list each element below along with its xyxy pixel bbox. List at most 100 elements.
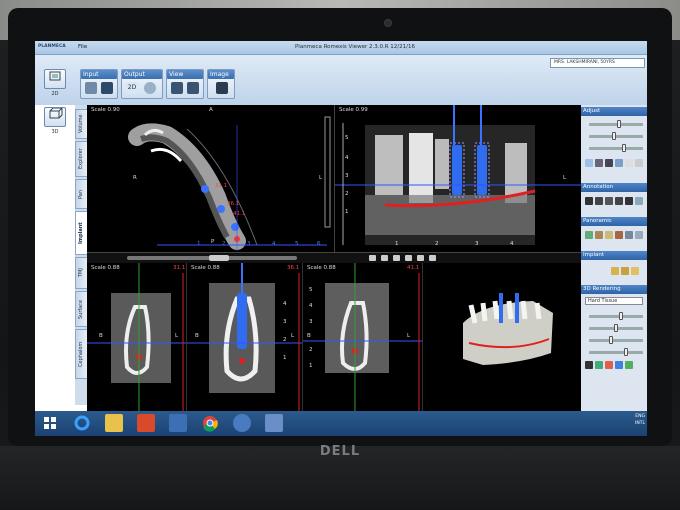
file-menu[interactable]: File bbox=[78, 42, 87, 52]
cross-section-view-1[interactable]: Scale 0.88 31.1 B L bbox=[87, 263, 187, 411]
render-slider-2[interactable] bbox=[589, 324, 643, 332]
output-2d-button[interactable]: 2D bbox=[126, 82, 138, 94]
measure-tool-icon[interactable] bbox=[369, 255, 376, 261]
adjust-slider-3-knob[interactable] bbox=[621, 144, 626, 152]
3d-render-view[interactable] bbox=[423, 263, 581, 411]
render-slider-4[interactable] bbox=[589, 348, 643, 356]
chrome-icon[interactable] bbox=[201, 414, 219, 432]
panoramic-view[interactable]: Scale 0.99 L 5 4 3 2 1 1 2 3 4 bbox=[335, 105, 581, 253]
adjust-slider-2-knob[interactable] bbox=[611, 132, 616, 140]
patient-name: MRS. LAKSHMIRANI, 50YRS bbox=[550, 58, 645, 68]
tab-tmj[interactable]: TMJ bbox=[75, 257, 87, 289]
nerve-canal-icon[interactable] bbox=[615, 231, 623, 239]
open-folder-icon[interactable] bbox=[85, 82, 97, 94]
cross-section-view-2[interactable]: Scale 0.88 36.1 B L 4 3 2 1 bbox=[187, 263, 303, 411]
pano-slice-icon[interactable] bbox=[625, 231, 633, 239]
view-tool-strip bbox=[87, 253, 581, 263]
angle-icon[interactable] bbox=[595, 197, 603, 205]
panoramic-image bbox=[335, 105, 581, 245]
import-icon[interactable] bbox=[101, 82, 113, 94]
render-color-icon[interactable] bbox=[595, 361, 603, 369]
density-icon[interactable] bbox=[635, 197, 643, 205]
tab-explorer[interactable]: Explorer bbox=[75, 141, 87, 177]
invert-icon[interactable] bbox=[615, 159, 623, 167]
render-green-icon[interactable] bbox=[625, 361, 633, 369]
language-indicator[interactable]: ENG bbox=[595, 413, 645, 420]
cross-section-view-3[interactable]: Scale 0.88 41.1 B L 5 4 3 2 1 bbox=[303, 263, 423, 411]
pano-curve-icon[interactable] bbox=[585, 231, 593, 239]
mode-3d-button[interactable] bbox=[44, 107, 66, 127]
romexis-viewer-icon[interactable] bbox=[265, 414, 283, 432]
print-icon[interactable] bbox=[144, 82, 156, 94]
start-button[interactable] bbox=[41, 414, 59, 432]
document-icon[interactable] bbox=[169, 414, 187, 432]
layout-icon[interactable] bbox=[171, 82, 183, 94]
image-adjust-icon[interactable] bbox=[216, 82, 228, 94]
adjust-header[interactable]: Adjust bbox=[581, 107, 647, 116]
ruler-icon[interactable] bbox=[585, 197, 593, 205]
region-indicator[interactable]: INTL bbox=[595, 420, 645, 427]
adjust-slider-1[interactable] bbox=[589, 120, 643, 128]
adjust-slider-3[interactable] bbox=[589, 144, 643, 152]
render-slider-4-knob[interactable] bbox=[624, 348, 628, 356]
pano-edit-icon[interactable] bbox=[605, 231, 613, 239]
render-slider-1[interactable] bbox=[589, 312, 643, 320]
planmeca-app-icon[interactable] bbox=[233, 414, 251, 432]
pano-y-tick-4: 4 bbox=[345, 155, 349, 161]
tab-volume[interactable]: Volume bbox=[75, 109, 87, 139]
pano-tooth-icon[interactable] bbox=[595, 231, 603, 239]
mode-2d-label: 2D bbox=[51, 91, 59, 97]
title-bar: PLANMECA File Planmeca Romexis Viewer 2.… bbox=[35, 41, 647, 55]
implant-header[interactable]: Implant bbox=[581, 251, 647, 260]
render-blue-icon[interactable] bbox=[615, 361, 623, 369]
rendering-preset-select[interactable]: Hard Tissue bbox=[585, 297, 643, 305]
arrow-icon[interactable] bbox=[625, 197, 633, 205]
text-annotation-icon[interactable] bbox=[605, 197, 613, 205]
render-mode-icon[interactable] bbox=[585, 361, 593, 369]
render-slider-1-knob[interactable] bbox=[619, 312, 623, 320]
rotate-tool-icon[interactable] bbox=[381, 255, 388, 261]
implant-edit-icon[interactable] bbox=[621, 267, 629, 275]
cross2-image bbox=[187, 263, 302, 411]
rotate-view-icon[interactable] bbox=[187, 82, 199, 94]
mode-2d-button[interactable] bbox=[44, 69, 66, 89]
window-level-icon[interactable] bbox=[595, 159, 603, 167]
zoom-tool-icon[interactable] bbox=[393, 255, 400, 261]
slice-scroll-thumb[interactable] bbox=[209, 255, 229, 261]
pano-export-icon[interactable] bbox=[635, 231, 643, 239]
adjust-slider-1-knob[interactable] bbox=[616, 120, 621, 128]
pan-tool-icon[interactable] bbox=[405, 255, 412, 261]
tab-cephalom[interactable]: Cephalom bbox=[75, 329, 87, 379]
render-slider-2-knob[interactable] bbox=[614, 324, 618, 332]
camera-tool-icon[interactable] bbox=[429, 255, 436, 261]
brightness-tool-icon[interactable] bbox=[417, 255, 424, 261]
render-slider-3[interactable] bbox=[589, 336, 643, 344]
input-group-label: Input bbox=[83, 71, 99, 78]
implant-add-icon[interactable] bbox=[611, 267, 619, 275]
sharpen-icon[interactable] bbox=[605, 159, 613, 167]
axial-view[interactable]: Scale 0.90 A R L P 31.1 36.1 41.1 1 2 3 … bbox=[87, 105, 335, 253]
render-red-icon[interactable] bbox=[605, 361, 613, 369]
render-slider-3-knob[interactable] bbox=[609, 336, 613, 344]
axial-tick-1: 1 bbox=[197, 241, 201, 247]
3d-rendering-header[interactable]: 3D Rendering bbox=[581, 285, 647, 294]
implant-library-icon[interactable] bbox=[631, 267, 639, 275]
tab-implant[interactable]: Implant bbox=[75, 211, 87, 255]
tab-pan[interactable]: Pan bbox=[75, 179, 87, 209]
head-icon[interactable] bbox=[635, 159, 643, 167]
file-explorer-icon[interactable] bbox=[105, 414, 123, 432]
internet-explorer-icon[interactable] bbox=[73, 414, 91, 432]
windows-taskbar bbox=[35, 411, 647, 436]
tab-surface[interactable]: Surface bbox=[75, 291, 87, 327]
adjust-slider-2[interactable] bbox=[589, 132, 643, 140]
window-title: Planmeca Romexis Viewer 2.3.0.R 12/21/16 bbox=[294, 44, 416, 50]
search-icon[interactable] bbox=[585, 159, 593, 167]
app-shortcut-icon[interactable] bbox=[137, 414, 155, 432]
area-icon[interactable] bbox=[615, 197, 623, 205]
viewport-area: Scale 0.90 A R L P 31.1 36.1 41.1 1 2 3 … bbox=[87, 105, 581, 411]
panoramic-header[interactable]: Panoramic bbox=[581, 217, 647, 226]
annotation-header[interactable]: Annotation bbox=[581, 183, 647, 192]
skull-icon[interactable] bbox=[625, 159, 633, 167]
2d-icon bbox=[49, 71, 61, 81]
dell-logo: DELL bbox=[319, 444, 361, 459]
